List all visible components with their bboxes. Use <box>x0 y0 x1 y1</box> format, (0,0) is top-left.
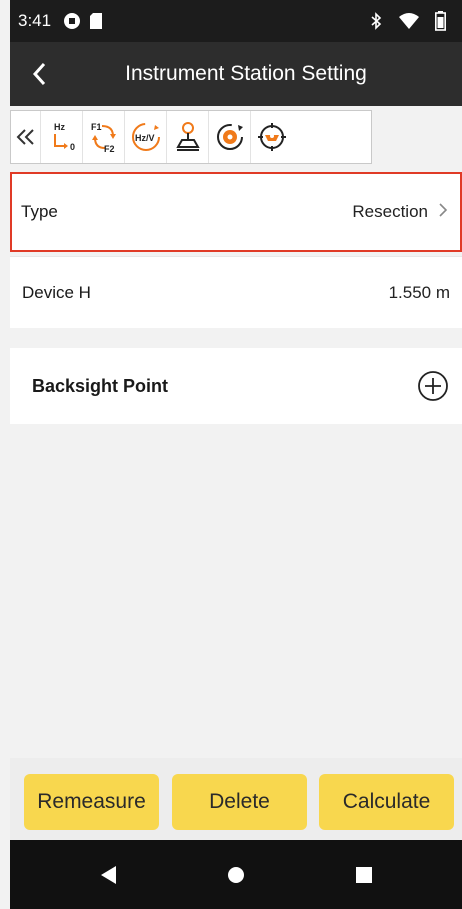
calculate-button[interactable]: Calculate <box>319 774 454 830</box>
action-bar: Remeasure Delete Calculate <box>10 758 462 840</box>
type-value: Resection <box>352 202 428 221</box>
status-bar: 3:41 <box>10 0 462 42</box>
settings-list: Type Resection Device H 1.550 m Backsigh… <box>10 168 462 758</box>
hz-zero-button[interactable]: Hz 0 <box>41 111 83 163</box>
title-bar: Instrument Station Setting <box>10 42 462 106</box>
crosshair-target-button[interactable] <box>251 111 293 163</box>
battery-icon <box>435 11 446 31</box>
bluetooth-icon <box>369 12 383 30</box>
device-h-row[interactable]: Device H 1.550 m <box>10 256 462 328</box>
app-frame: 3:41 Instrument Station Setting Hz 0 F1 … <box>0 0 462 909</box>
nav-home-button[interactable] <box>206 840 266 909</box>
plus-circle-icon <box>418 371 448 401</box>
nav-recents-button[interactable] <box>334 840 394 909</box>
nav-back-button[interactable] <box>78 840 138 909</box>
chevron-right-icon <box>438 202 448 223</box>
type-row[interactable]: Type Resection <box>10 172 462 252</box>
hz-zero-line2: 0 <box>70 142 75 152</box>
collapse-toolbar-button[interactable] <box>11 111 41 163</box>
remeasure-button[interactable]: Remeasure <box>24 774 159 830</box>
wifi-icon <box>399 13 419 29</box>
system-nav-bar <box>10 840 462 909</box>
rotate-target-icon <box>216 124 243 150</box>
page-title: Instrument Station Setting <box>125 62 367 85</box>
delete-button[interactable]: Delete <box>172 774 307 830</box>
f1-f2-swap-icon: F1 F2 <box>91 122 116 154</box>
device-h-label: Device H <box>22 282 91 302</box>
double-chevron-left-icon <box>16 129 34 145</box>
square-recents-icon <box>356 866 372 883</box>
status-time: 3:41 <box>18 11 52 30</box>
hz-v-icon: Hz/V <box>131 123 160 151</box>
hz-zero-line1: Hz <box>54 122 65 132</box>
hz-v-button[interactable]: Hz/V <box>125 111 167 163</box>
circle-home-icon <box>228 866 244 883</box>
f1-f2-button[interactable]: F1 F2 <box>83 111 125 163</box>
hz-zero-icon: Hz 0 <box>53 122 75 152</box>
f2-label: F2 <box>104 144 115 154</box>
joystick-button[interactable] <box>167 111 209 163</box>
type-label: Type <box>21 202 58 221</box>
sd-card-icon <box>89 12 103 30</box>
hz-v-label: Hz/V <box>135 133 155 143</box>
joystick-icon <box>175 122 200 151</box>
add-backsight-button[interactable] <box>416 369 450 403</box>
backsight-point-row: Backsight Point <box>10 348 462 424</box>
device-h-value: 1.550 m <box>388 282 450 302</box>
toolbar: Hz 0 F1 F2 Hz/V <box>10 110 372 164</box>
sync-icon <box>63 12 81 30</box>
triangle-back-icon <box>101 865 116 884</box>
rotate-target-button[interactable] <box>209 111 251 163</box>
f1-label: F1 <box>91 122 102 132</box>
backsight-point-label: Backsight Point <box>32 375 169 396</box>
crosshair-target-icon <box>258 123 286 151</box>
